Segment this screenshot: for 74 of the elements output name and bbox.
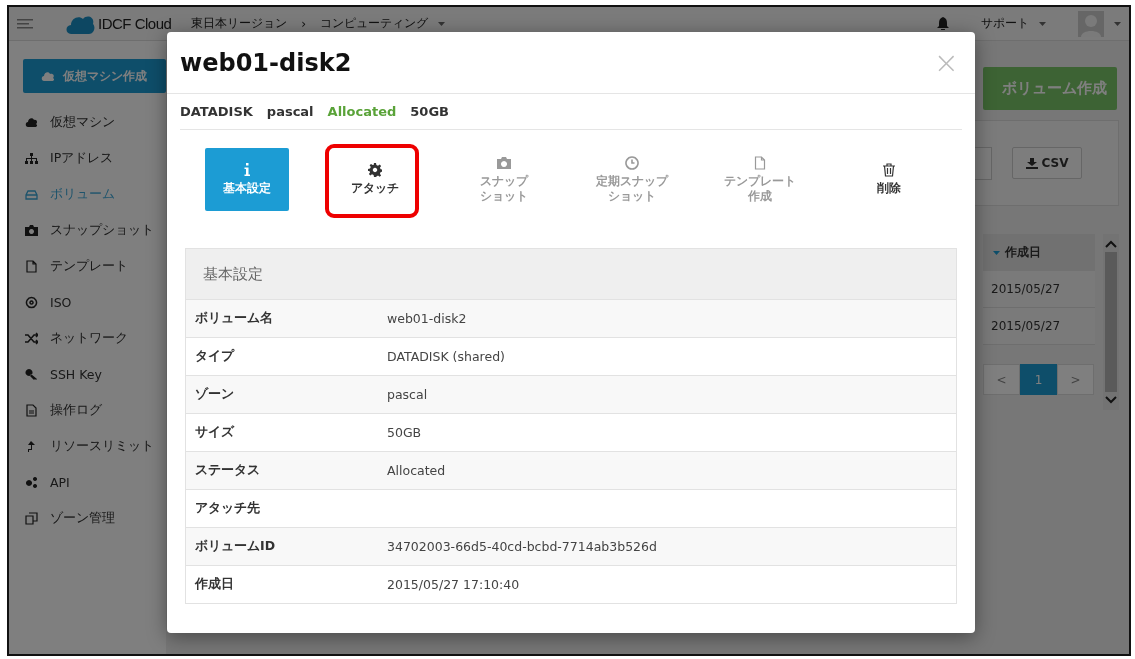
table-cell-text: 2015/05/27: [990, 319, 1061, 333]
file-icon: [25, 259, 38, 273]
summary-text: Allocated: [327, 104, 397, 119]
detail-value: Allocated: [387, 463, 446, 478]
cloud-icon: [41, 71, 55, 81]
create-vm-button[interactable]: 仮想マシン作成: [23, 59, 166, 93]
detail-label: タイプ: [194, 348, 236, 365]
previous-page-button[interactable]: <: [983, 364, 1020, 395]
detail-value: 50GB: [387, 425, 422, 440]
scroll-down-icon[interactable]: [1105, 396, 1117, 404]
sidebar-item[interactable]: ネットワーク: [23, 320, 166, 356]
camera-icon: [496, 155, 511, 170]
summary-text: pascal: [266, 104, 314, 119]
clock-icon: [625, 155, 639, 170]
detail-label: ボリュームID: [194, 538, 277, 555]
bell-icon[interactable]: [937, 17, 949, 30]
detail-label: アタッチ先: [194, 500, 261, 517]
trash-icon: [881, 163, 896, 178]
caret-icon[interactable]: [1114, 21, 1121, 26]
dialog-title: web01-disk2: [180, 48, 352, 77]
breadcrumb-item[interactable]: ›: [301, 16, 307, 31]
sidebar-item[interactable]: API: [23, 464, 166, 500]
document-icon: [25, 403, 38, 417]
file-icon: [753, 155, 768, 170]
action-button[interactable]: 基本設定: [205, 148, 289, 211]
sidebar-item[interactable]: テンプレート: [23, 248, 166, 284]
windows-icon: [25, 511, 38, 525]
sidebar-item[interactable]: ISO: [23, 284, 166, 320]
sitemap-icon: [25, 151, 38, 165]
gears-icon: [25, 475, 38, 489]
sidebar-item[interactable]: スナップショット: [23, 212, 166, 248]
sidebar-item[interactable]: リソースリミット: [23, 428, 166, 464]
detail-label: ゾーン: [194, 386, 235, 403]
breadcrumb-item[interactable]: 東日本リージョン: [191, 15, 288, 32]
detail-label: ボリューム名: [194, 310, 274, 327]
action-button[interactable]: 削除: [846, 148, 931, 211]
scroll-up-icon[interactable]: [1105, 240, 1117, 248]
target-icon: [25, 295, 38, 309]
upload-icon: [25, 439, 38, 453]
camera-icon: [25, 223, 38, 237]
summary-text: DATADISK: [180, 104, 253, 119]
csv-button[interactable]: CSV: [1012, 147, 1082, 179]
detail-value: web01-disk2: [387, 311, 467, 326]
sidebar-item[interactable]: ゾーン管理: [23, 500, 166, 536]
menu-icon[interactable]: [17, 18, 33, 29]
detail-value: 2015/05/27 17:10:40: [387, 577, 520, 592]
detail-label: 作成日: [193, 576, 235, 593]
scrollbar[interactable]: [1103, 234, 1119, 410]
drive-icon: [25, 187, 38, 201]
detail-value: DATADISK (shared): [387, 349, 505, 364]
cloud-icon: [25, 115, 38, 129]
sidebar-item[interactable]: SSH Key: [23, 356, 166, 392]
breadcrumb-item[interactable]: コンピューティング: [320, 15, 429, 32]
caret-icon[interactable]: [1039, 21, 1046, 26]
sidebar-item[interactable]: 操作ログ: [23, 392, 166, 428]
sidebar-item[interactable]: 仮想マシン: [23, 104, 166, 140]
gear-icon: [368, 163, 383, 178]
key-icon: [25, 367, 38, 381]
detail-label: ステータス: [194, 462, 261, 479]
sidebar-item[interactable]: IPアドレス: [23, 140, 166, 176]
detail-value: 34702003-66d5-40cd-bcbd-7714ab3b526d: [387, 539, 657, 554]
support-menu[interactable]: サポート: [981, 15, 1029, 32]
table-cell-text: 2015/05/27: [990, 282, 1061, 296]
logo-text: IDCF Cloud: [98, 15, 172, 32]
download-icon: [1025, 157, 1038, 169]
caret-icon[interactable]: [438, 21, 446, 26]
action-button[interactable]: アタッチ: [333, 148, 418, 211]
next-page-button[interactable]: >: [1057, 364, 1094, 395]
summary-text: 50GB: [410, 104, 449, 119]
page-button[interactable]: 1: [1020, 364, 1057, 395]
detail-value: pascal: [387, 387, 428, 402]
panel-heading: 基本設定: [186, 249, 956, 299]
shuffle-icon: [25, 331, 38, 345]
detail-label: サイズ: [194, 424, 236, 441]
